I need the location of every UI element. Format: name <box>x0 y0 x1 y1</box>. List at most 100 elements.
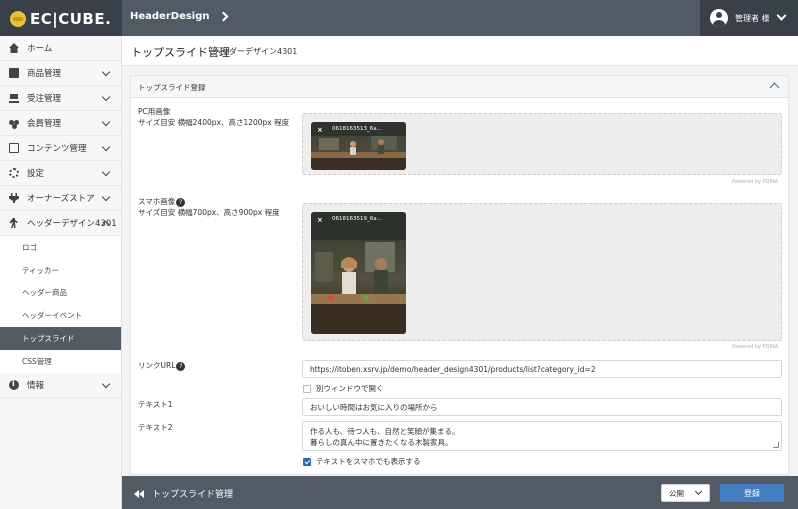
sidebar-item-label: 受注管理 <box>27 94 62 104</box>
sidebar-item-label: 情報 <box>27 380 45 391</box>
back-link[interactable]: トップスライド管理 <box>134 487 233 500</box>
sp-image-label-row: スマホ画像? <box>138 196 280 207</box>
chevron-down-icon <box>101 67 111 77</box>
card-header[interactable]: トップスライド登録 <box>131 76 788 98</box>
top-header: EC|CUBE. HeaderDesign 管理者 様 <box>0 0 798 36</box>
cube-logo-icon <box>10 11 26 27</box>
sidebar-item-orders[interactable]: 受注管理 <box>0 86 121 111</box>
sidebar-item-label: 会員管理 <box>27 119 62 129</box>
sidebar: ホーム 商品管理 受注管理 会員管理 コンテンツ管理 設定 オーナーズストア ヘ… <box>0 36 122 509</box>
sidebar-subitem-header-products[interactable]: ヘッダー商品 <box>0 282 121 305</box>
text2-textarea[interactable]: 作る人も、待つ人も、自然と笑顔が集まる。 暮らしの真ん中に置きたくなる木製家具。 <box>302 421 782 451</box>
text2-line: 作る人も、待つ人も、自然と笑顔が集まる。 <box>310 427 460 436</box>
pc-image-filename: 0618163513_6a... <box>332 126 382 132</box>
pc-image-label-text: PC用画像 <box>138 107 171 116</box>
sidebar-item-label: 商品管理 <box>27 69 62 79</box>
sidebar-subitem-ticker[interactable]: ティッカー <box>0 259 121 282</box>
sidebar-item-info[interactable]: 情報 <box>0 373 121 398</box>
sp-image-label: スマホ画像? サイズ目安 横幅700px、高さ900px 程度 <box>138 196 280 218</box>
person-icon <box>9 218 18 228</box>
info-icon <box>9 379 19 390</box>
plug-icon <box>9 193 19 203</box>
help-icon[interactable]: ? <box>176 361 186 371</box>
resize-handle-icon[interactable] <box>773 442 779 448</box>
chevron-down-icon <box>101 92 111 102</box>
sidebar-item-customers[interactable]: 会員管理 <box>0 111 121 136</box>
sp-image-thumbnail[interactable]: × 0618163519_6a... <box>311 212 406 334</box>
status-select-value: 公開 <box>669 488 684 498</box>
new-window-checkbox[interactable] <box>303 384 311 393</box>
new-window-label: 別ウィンドウで開く <box>316 384 384 393</box>
chevron-down-icon <box>101 192 111 202</box>
text2-line: 暮らしの真ん中に置きたくなる木製家具。 <box>310 438 453 447</box>
breadcrumb-label: HeaderDesign <box>130 11 210 22</box>
new-window-checkbox-row[interactable]: 別ウィンドウで開く <box>303 383 384 394</box>
page-subtitle: ヘッダーデザイン4301 <box>213 47 298 56</box>
sidebar-item-contents[interactable]: コンテンツ管理 <box>0 136 121 161</box>
gear-icon <box>9 168 19 178</box>
sidebar-submenu: ロゴ ティッカー ヘッダー商品 ヘッダーイベント トップスライド CSS管理 <box>0 236 121 373</box>
link-url-label: リンクURL? <box>138 360 186 371</box>
kitchen-photo-sp <box>311 212 406 334</box>
footer-bar: トップスライド管理 公開 登録 <box>122 476 798 509</box>
chevron-down-icon <box>101 142 111 152</box>
double-chevron-left-icon <box>134 489 146 498</box>
user-name: 管理者 様 <box>735 13 770 23</box>
sp-image-dropzone[interactable]: × 0618163519_6a... <box>302 203 782 341</box>
chevron-down-icon <box>101 379 111 389</box>
show-mobile-label: テキストをスマホでも表示する <box>316 457 421 466</box>
breadcrumb[interactable]: HeaderDesign <box>130 11 228 22</box>
pc-image-label: PC用画像 サイズ目安 横幅2400px、高さ1200px 程度 <box>138 106 289 128</box>
show-mobile-checkbox-row[interactable]: テキストをスマホでも表示する <box>303 456 421 467</box>
page-header: トップスライド管理 ヘッダーデザイン4301 <box>122 36 798 66</box>
powered-by-text: Powered by PQINA <box>732 179 779 185</box>
sidebar-item-label: オーナーズストア <box>27 194 95 204</box>
register-button[interactable]: 登録 <box>720 484 784 502</box>
sp-image-hint: サイズ目安 横幅700px、高さ900px 程度 <box>138 208 280 217</box>
sidebar-subitem-header-events[interactable]: ヘッダーイベント <box>0 304 121 327</box>
sidebar-subitem-logo[interactable]: ロゴ <box>0 236 121 259</box>
text1-label: テキスト1 <box>138 400 173 409</box>
users-icon <box>9 118 19 128</box>
slide-register-card: トップスライド登録 PC用画像 サイズ目安 横幅2400px、高さ1200px … <box>130 75 789 475</box>
pc-image-hint: サイズ目安 横幅2400px、高さ1200px 程度 <box>138 118 290 127</box>
card-title: トップスライド登録 <box>138 83 206 92</box>
sidebar-item-label: ホーム <box>27 44 53 54</box>
box-icon <box>9 68 19 78</box>
user-menu[interactable]: 管理者 様 <box>700 0 798 36</box>
sidebar-item-header-design[interactable]: ヘッダーデザイン4301 <box>0 211 121 236</box>
pc-image-dropzone[interactable]: × 0618163513_6a... <box>302 113 782 175</box>
back-link-label: トップスライド管理 <box>152 490 234 500</box>
sidebar-item-label: 設定 <box>27 169 45 179</box>
document-icon <box>9 143 19 153</box>
user-avatar-icon <box>710 9 728 27</box>
pc-image-thumbnail[interactable]: × 0618163513_6a... <box>311 122 406 170</box>
remove-image-icon[interactable]: × <box>317 216 323 224</box>
text2-label: テキスト2 <box>138 423 173 432</box>
sidebar-subitem-top-slide[interactable]: トップスライド <box>0 327 121 350</box>
cart-icon <box>9 93 19 103</box>
link-url-input[interactable]: https://itoben.xsrv.jp/demo/header_desig… <box>302 360 782 378</box>
logo-text: EC|CUBE. <box>30 10 112 28</box>
help-icon[interactable]: ? <box>176 197 186 207</box>
sidebar-item-owners-store[interactable]: オーナーズストア <box>0 186 121 211</box>
link-url-label-text: リンクURL <box>138 361 176 370</box>
sidebar-item-label: コンテンツ管理 <box>27 144 87 154</box>
sidebar-item-home[interactable]: ホーム <box>0 36 121 61</box>
show-mobile-checkbox[interactable] <box>303 457 311 466</box>
chevron-down-icon <box>101 167 111 177</box>
chevron-down-icon <box>776 10 786 21</box>
remove-image-icon[interactable]: × <box>317 126 323 134</box>
logo[interactable]: EC|CUBE. <box>0 0 122 36</box>
sidebar-item-products[interactable]: 商品管理 <box>0 61 121 86</box>
chevron-down-icon <box>101 117 111 127</box>
powered-by-text: Powered by PQINA <box>732 344 779 350</box>
sp-image-label-text: スマホ画像 <box>138 197 176 206</box>
chevron-right-icon <box>218 11 228 22</box>
sidebar-subitem-css[interactable]: CSS管理 <box>0 350 121 373</box>
chevron-up-icon[interactable] <box>769 82 780 93</box>
sp-image-filename: 0618163519_6a... <box>332 216 382 222</box>
sidebar-item-settings[interactable]: 設定 <box>0 161 121 186</box>
status-select[interactable]: 公開 <box>661 484 710 502</box>
text1-input[interactable]: おいしい時間はお気に入りの場所から <box>302 398 782 416</box>
